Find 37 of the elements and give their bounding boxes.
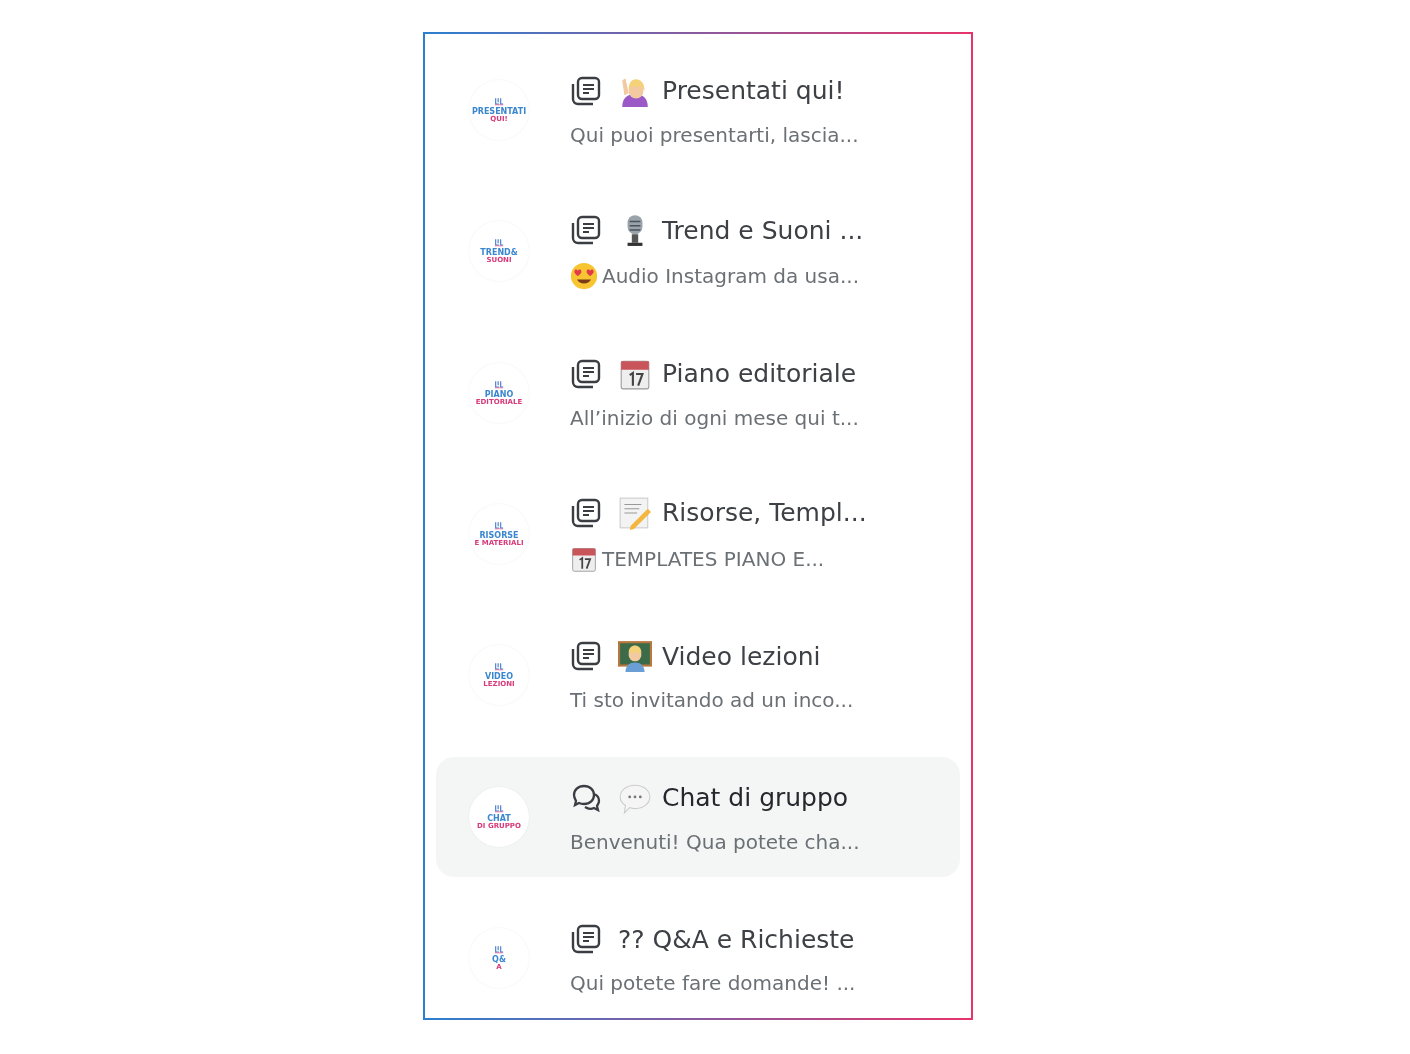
logo-icon xyxy=(494,520,504,530)
channel-description: Audio Instagram da usa... xyxy=(602,264,860,289)
channel-title: Trend e Suoni ... xyxy=(662,215,864,245)
teacher-emoji-icon xyxy=(618,639,652,674)
channel-description: All’inizio di ogni mese qui t... xyxy=(570,405,859,430)
posts-icon xyxy=(570,496,602,529)
avatar-text: RISORSE xyxy=(479,531,519,540)
logo-icon xyxy=(494,662,504,672)
avatar-text: TREND& xyxy=(480,249,518,258)
channel-title: Piano editoriale xyxy=(662,359,857,389)
channel-title: ?? Q&A e Richieste xyxy=(618,924,855,954)
logo-icon xyxy=(494,96,504,106)
posts-icon xyxy=(570,640,602,673)
channel-description: TEMPLATES PIANO E... xyxy=(602,546,825,571)
avatar-text: CHAT xyxy=(487,814,511,823)
logo-icon xyxy=(494,238,504,248)
logo-icon xyxy=(494,945,504,955)
channel-title: Chat di gruppo xyxy=(662,783,849,813)
logo-icon xyxy=(494,379,504,389)
posts-icon xyxy=(570,357,602,390)
avatar-text: Q& xyxy=(492,956,506,965)
channel-description: Qui potete fare domande! ... xyxy=(570,971,856,996)
channel-title: Risorse, Templ... xyxy=(662,498,867,528)
channel-description: Qui puoi presentarti, lascia... xyxy=(570,122,859,147)
channel-description: Benvenuti! Qua potete cha... xyxy=(570,829,860,854)
avatar-text: PRESENTATI xyxy=(471,107,527,116)
posts-icon xyxy=(570,214,602,247)
channel-title: Video lezioni xyxy=(662,641,821,671)
avatar-text: VIDEO xyxy=(484,673,514,682)
channel-title: Presentati qui! xyxy=(662,76,845,106)
channel-description: Ti sto invitando ad un inco... xyxy=(570,688,854,713)
posts-icon xyxy=(570,923,602,956)
memo-emoji-icon xyxy=(618,495,652,530)
heart-eyes-emoji-icon xyxy=(570,262,598,291)
avatar-text: PIANO xyxy=(484,390,514,399)
logo-icon xyxy=(494,803,504,813)
posts-icon xyxy=(570,74,602,107)
